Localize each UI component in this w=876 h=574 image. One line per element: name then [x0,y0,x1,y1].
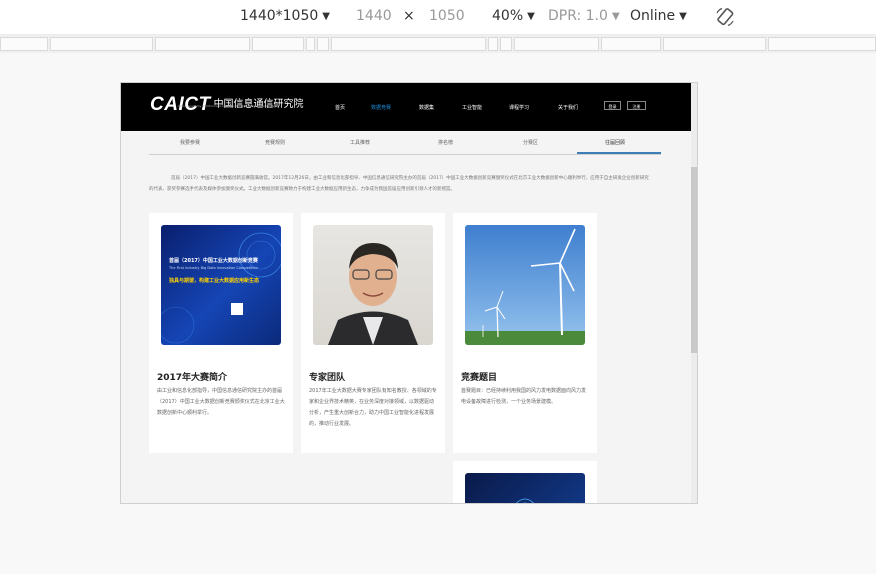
network-value: Online [630,8,676,24]
network-select[interactable]: Online ▼ [630,8,687,24]
card-title: 2017年大赛简介 [157,373,228,383]
device-viewport: CAICT 中国信息通信研究院 China Academy of Informat… [120,82,698,504]
dpr-value: DPR: 1.0 [548,8,608,24]
intro-paragraph: 首届（2017）中国工业大数据创新竞赛圆满收官。2017年12月26日，由工业和… [149,176,649,192]
site-header: CAICT 中国信息通信研究院 China Academy of Informat… [121,83,691,131]
nav-item-courses[interactable]: 课程学习 [509,104,529,111]
chevron-down-icon: ▼ [611,10,620,22]
tab-review[interactable]: 往届回顾 [605,139,625,146]
poster-slogan: 独具与期望，构建工业大数据应用新生态 [169,278,260,284]
card-experts[interactable]: 专家团队 2017年工业大数据大赛专家团队有知名教授、各领域的专家和企业界技术精… [301,213,445,453]
media-query-segment[interactable] [514,37,599,51]
devtools-toolbar: 1440*1050 ▼ 1440 × 1050 40% ▼ DPR: 1.0 ▼ On… [0,0,876,35]
media-query-segment[interactable] [488,37,498,51]
circuit-decoration-icon [161,232,281,344]
rotate-icon[interactable] [714,6,736,28]
nav-item-competition[interactable]: 数据竞赛 [371,104,391,111]
tab-rules[interactable]: 竞赛规则 [265,139,285,146]
poster-subtitle: The First Industry Big Data Innovation C… [169,266,258,270]
chevron-down-icon: ▼ [527,10,535,22]
media-query-segment[interactable] [331,37,486,51]
tab-ranking[interactable]: 排名榜 [438,139,453,146]
height-input[interactable]: 1050 [429,8,465,24]
chevron-down-icon: ▼ [322,10,330,22]
card-text: 由工业和信息化部指导，中国信息通信研究院主办的首届（2017）中国工业大数据创新… [157,388,285,416]
logo-subtitle: China Academy of Information and Communi… [178,104,275,108]
fingerprint-icon [516,498,534,503]
card-title: 竞赛题目 [461,373,498,383]
wind-turbine-image [465,225,585,345]
sub-tabs: 我要参赛 竞赛规则 工具推荐 排名榜 分赛区 往届回顾 [149,132,661,155]
nav-item-dataset[interactable]: 数据集 [419,104,434,111]
poster-title: 首届（2017）中国工业大数据创新竞赛 [169,258,258,264]
register-button[interactable]: 注册 [627,101,646,110]
dpr-select[interactable]: DPR: 1.0 ▼ [548,8,620,24]
chevron-down-icon: ▼ [679,10,687,22]
expert-photo [313,225,433,345]
media-query-bar[interactable] [0,35,876,53]
media-query-segment[interactable] [601,37,661,51]
active-tab-indicator [577,152,661,154]
media-query-segment[interactable] [663,37,766,51]
card-text: 2017年工业大数据大赛专家团队有知名教授、各领域的专家和企业界技术精英，在业务… [309,388,437,427]
media-query-segment[interactable] [500,37,512,51]
media-query-segment[interactable] [306,37,315,51]
device-value: 1440*1050 [240,8,319,24]
poster-image: 首届（2017）中国工业大数据创新竞赛 The First Industry B… [161,225,281,345]
tab-divisions[interactable]: 分赛区 [523,139,538,146]
digital-image [465,473,585,503]
media-query-segment[interactable] [0,37,48,51]
card-intro[interactable]: 首届（2017）中国工业大数据创新竞赛 The First Industry B… [149,213,293,453]
zoom-value: 40% [492,8,524,24]
zoom-select[interactable]: 40% ▼ [492,8,535,24]
scrollbar-thumb[interactable] [691,167,697,353]
width-input[interactable]: 1440 [356,8,392,24]
media-query-segment[interactable] [155,37,250,51]
card-topics[interactable]: 竞赛题目 首赛题目：已经持续利用我国的风力发电数据面向风力发电设备故障进行检测，… [453,213,597,453]
login-button[interactable]: 登录 [604,101,621,110]
media-query-segment[interactable] [768,37,876,51]
card-next[interactable] [453,461,597,503]
device-select[interactable]: 1440*1050 ▼ [240,8,330,24]
person-icon [328,243,418,345]
times-icon: × [403,8,415,24]
nav-item-home[interactable]: 首页 [335,104,345,111]
card-title: 专家团队 [309,373,346,383]
nav-item-about[interactable]: 关于我们 [558,104,578,111]
card-text: 首赛题目：已经持续利用我国的风力发电数据面向风力发电设备故障进行检测，一个业务场… [461,388,587,405]
nav-item-industry[interactable]: 工业智能 [462,104,482,111]
tab-signup[interactable]: 我要参赛 [180,139,200,146]
wind-turbine-icon [465,228,585,345]
media-query-segment[interactable] [317,37,329,51]
media-query-segment[interactable] [50,37,153,51]
tab-tools[interactable]: 工具推荐 [350,139,370,146]
media-query-segment[interactable] [252,37,304,51]
